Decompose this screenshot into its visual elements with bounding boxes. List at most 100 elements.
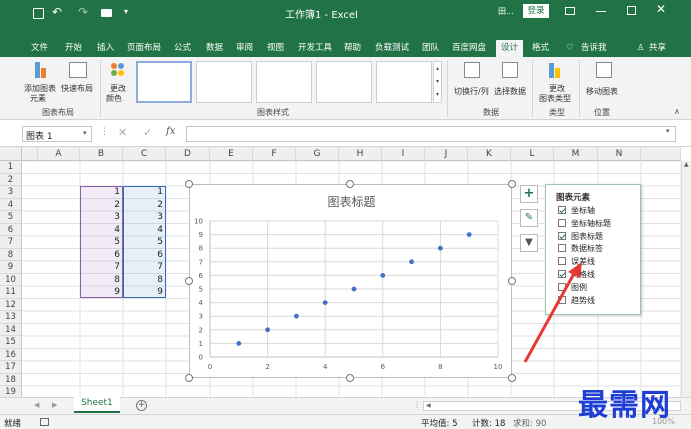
row-header-10[interactable]: 10 bbox=[0, 273, 22, 286]
column-header-h[interactable]: H bbox=[339, 147, 382, 161]
chart-style-3[interactable] bbox=[256, 61, 312, 103]
resize-handle[interactable] bbox=[185, 374, 193, 382]
tab-baidu-pan[interactable]: 百度网盘 bbox=[452, 40, 486, 57]
column-header-a[interactable]: A bbox=[38, 147, 80, 161]
tab-team[interactable]: 团队 bbox=[422, 40, 439, 57]
quick-layout-button[interactable]: 快速布局 bbox=[61, 60, 96, 104]
column-header-d[interactable]: D bbox=[166, 147, 210, 161]
name-box-dropdown-icon[interactable]: ▾ bbox=[83, 129, 87, 137]
resize-handle[interactable] bbox=[346, 180, 354, 188]
data-point[interactable] bbox=[322, 300, 328, 305]
row-header-5[interactable]: 5 bbox=[0, 211, 22, 224]
add-chart-element-button[interactable]: 添加图表 元素 bbox=[24, 60, 62, 104]
column-header-j[interactable]: J bbox=[425, 147, 468, 161]
row-header-4[interactable]: 4 bbox=[0, 198, 22, 211]
chart-element-option[interactable]: 坐标轴 bbox=[558, 205, 595, 216]
cell-b9[interactable]: 7 bbox=[80, 261, 123, 274]
data-point[interactable] bbox=[294, 313, 299, 319]
row-header-1[interactable]: 1 bbox=[0, 161, 22, 174]
row-header-13[interactable]: 13 bbox=[0, 311, 22, 324]
account-mini-button[interactable]: 田... bbox=[498, 6, 514, 17]
select-all-corner[interactable] bbox=[0, 147, 22, 161]
maximize-icon[interactable] bbox=[627, 6, 636, 15]
tab-page-layout[interactable]: 页面布局 bbox=[127, 40, 161, 57]
column-header-n[interactable]: N bbox=[598, 147, 641, 161]
cancel-formula-icon[interactable]: ✕ bbox=[118, 126, 127, 139]
macro-record-icon[interactable] bbox=[40, 418, 49, 426]
row-header-16[interactable]: 16 bbox=[0, 348, 22, 361]
resize-handle[interactable] bbox=[185, 277, 193, 285]
confirm-formula-icon[interactable]: ✓ bbox=[143, 126, 152, 139]
cell-b5[interactable]: 3 bbox=[80, 211, 123, 224]
resize-handle[interactable] bbox=[508, 374, 516, 382]
tab-insert[interactable]: 插入 bbox=[97, 40, 114, 57]
name-box[interactable]: 图表 1 ▾ bbox=[22, 126, 92, 142]
cell-b11[interactable]: 9 bbox=[80, 286, 123, 299]
sheet-tab-sheet1[interactable]: Sheet1 bbox=[74, 397, 120, 413]
minimize-icon[interactable] bbox=[596, 11, 606, 12]
tab-formulas[interactable]: 公式 bbox=[174, 40, 191, 57]
checkbox-unchecked[interactable] bbox=[558, 218, 566, 227]
resize-handle[interactable] bbox=[508, 277, 516, 285]
tab-home[interactable]: 开始 bbox=[65, 40, 82, 57]
scroll-up-icon[interactable]: ▲ bbox=[684, 161, 689, 168]
chart-element-option[interactable]: 坐标轴标题 bbox=[558, 218, 611, 229]
cell-b10[interactable]: 8 bbox=[80, 274, 123, 287]
chart-object[interactable]: 图表标题 0 1 2 3 4 5 6 7 8 9 10 0 2 4 6 8 10 bbox=[189, 184, 512, 378]
column-header-g[interactable]: G bbox=[296, 147, 339, 161]
row-header-17[interactable]: 17 bbox=[0, 361, 22, 374]
cell-c11[interactable]: 9 bbox=[123, 286, 166, 299]
row-header-8[interactable]: 8 bbox=[0, 248, 22, 261]
insert-function-button[interactable]: fx bbox=[166, 126, 175, 137]
vertical-scrollbar[interactable]: ▲ bbox=[681, 161, 691, 397]
chart-style-4[interactable] bbox=[316, 61, 372, 103]
tab-review[interactable]: 审阅 bbox=[236, 40, 253, 57]
cell-b8[interactable]: 6 bbox=[80, 249, 123, 262]
customize-qat-icon[interactable]: ▾ bbox=[124, 7, 128, 16]
cell-c10[interactable]: 8 bbox=[123, 274, 166, 287]
row-header-14[interactable]: 14 bbox=[0, 323, 22, 336]
chart-filter-button[interactable]: ▼ bbox=[520, 234, 538, 252]
tell-me-input[interactable]: 告诉我 bbox=[581, 40, 607, 57]
data-point[interactable] bbox=[409, 259, 414, 265]
chart-style-2[interactable] bbox=[196, 61, 252, 103]
move-chart-button[interactable]: 移动图表 bbox=[584, 60, 624, 104]
tab-format[interactable]: 格式 bbox=[532, 40, 549, 57]
row-header-15[interactable]: 15 bbox=[0, 336, 22, 349]
cell-c5[interactable]: 3 bbox=[123, 211, 166, 224]
login-button[interactable]: 登录 bbox=[523, 4, 549, 18]
data-point[interactable] bbox=[466, 232, 472, 237]
checkbox-checked[interactable] bbox=[558, 206, 566, 214]
column-header-e[interactable]: E bbox=[210, 147, 253, 161]
row-header-3[interactable]: 3 bbox=[0, 186, 22, 199]
formula-input[interactable] bbox=[186, 126, 676, 142]
tab-load-test[interactable]: 负载测试 bbox=[375, 40, 409, 57]
ribbon-display-icon[interactable] bbox=[565, 7, 575, 15]
switch-row-column-button[interactable]: 切换行/列 bbox=[452, 60, 490, 104]
cell-c6[interactable]: 4 bbox=[123, 224, 166, 237]
tab-design[interactable]: 设计 bbox=[496, 40, 524, 57]
resize-handle[interactable] bbox=[185, 180, 193, 188]
cell-c8[interactable]: 6 bbox=[123, 249, 166, 262]
column-header-l[interactable]: L bbox=[511, 147, 554, 161]
cell-c9[interactable]: 7 bbox=[123, 261, 166, 274]
row-header-2[interactable]: 2 bbox=[0, 173, 22, 186]
cell-b6[interactable]: 4 bbox=[80, 224, 123, 237]
chart-styles-button[interactable]: ✎ bbox=[520, 209, 538, 227]
column-header-m[interactable]: M bbox=[554, 147, 598, 161]
redo-icon[interactable]: ↷ bbox=[78, 5, 88, 19]
data-point[interactable] bbox=[380, 273, 386, 278]
chart-element-option[interactable]: 图表标题 bbox=[558, 231, 603, 242]
cell-c4[interactable]: 2 bbox=[123, 199, 166, 212]
column-header-i[interactable]: I bbox=[382, 147, 425, 161]
data-point[interactable] bbox=[265, 327, 270, 333]
change-chart-type-button[interactable]: 更改 图表类型 bbox=[537, 60, 575, 104]
row-header-9[interactable]: 9 bbox=[0, 261, 22, 274]
chart-element-option[interactable]: 数据标签 bbox=[558, 243, 603, 254]
column-header-k[interactable]: K bbox=[468, 147, 511, 161]
data-point[interactable] bbox=[236, 341, 242, 346]
data-point[interactable] bbox=[438, 245, 443, 251]
row-header-7[interactable]: 7 bbox=[0, 236, 22, 249]
row-header-11[interactable]: 11 bbox=[0, 286, 22, 299]
cell-b3[interactable]: 1 bbox=[80, 186, 123, 199]
